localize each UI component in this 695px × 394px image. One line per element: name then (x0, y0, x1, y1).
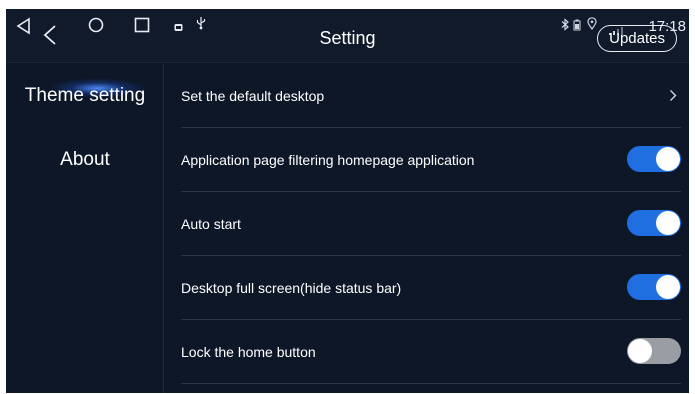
updates-button[interactable]: Updates (597, 25, 677, 52)
sidebar-item-about[interactable]: About (6, 128, 164, 192)
setting-label: Auto start (181, 216, 241, 232)
desktop-full-screen-toggle[interactable] (627, 274, 681, 300)
setting-label: Desktop full screen(hide status bar) (181, 280, 402, 296)
setting-row-auto-start: Auto start (181, 192, 681, 256)
auto-start-toggle[interactable] (627, 210, 681, 236)
recents-square-icon[interactable] (128, 11, 156, 39)
filter-homepage-apps-toggle[interactable] (627, 146, 681, 172)
notification-icon (174, 19, 183, 37)
chevron-right-icon (669, 89, 677, 107)
toggle-knob (656, 275, 680, 299)
back-triangle-icon[interactable] (10, 12, 38, 40)
bluetooth-icon (561, 18, 570, 36)
sidebar: Theme setting About (6, 64, 164, 393)
lock-home-button-toggle[interactable] (627, 338, 681, 364)
location-icon (587, 17, 597, 35)
top-bar: Setting 17:18 Updates (6, 9, 689, 63)
setting-row-filter-homepage-apps: Application page filtering homepage appl… (181, 128, 681, 192)
toggle-knob (628, 339, 652, 363)
toggle-knob (656, 147, 680, 171)
setting-row-default-desktop[interactable]: Set the default desktop (181, 64, 681, 128)
screen: Setting 17:18 Updates Theme setting Abou… (6, 9, 689, 393)
battery-icon (573, 18, 581, 36)
setting-row-desktop-full-screen: Desktop full screen(hide status bar) (181, 256, 681, 320)
setting-label: Application page filtering homepage appl… (181, 152, 475, 168)
status-area: 17:18 Updates (549, 9, 689, 63)
setting-label: Set the default desktop (181, 88, 325, 104)
toggle-knob (656, 211, 680, 235)
sidebar-item-theme-setting[interactable]: Theme setting (6, 64, 164, 128)
home-circle-icon[interactable] (82, 11, 110, 39)
settings-list: Set the default desktop Application page… (165, 64, 689, 393)
usb-icon (196, 16, 206, 35)
back-chevron-icon[interactable] (36, 21, 64, 49)
setting-label: Lock the home button (181, 344, 316, 360)
setting-row-lock-home-button: Lock the home button (181, 320, 681, 384)
